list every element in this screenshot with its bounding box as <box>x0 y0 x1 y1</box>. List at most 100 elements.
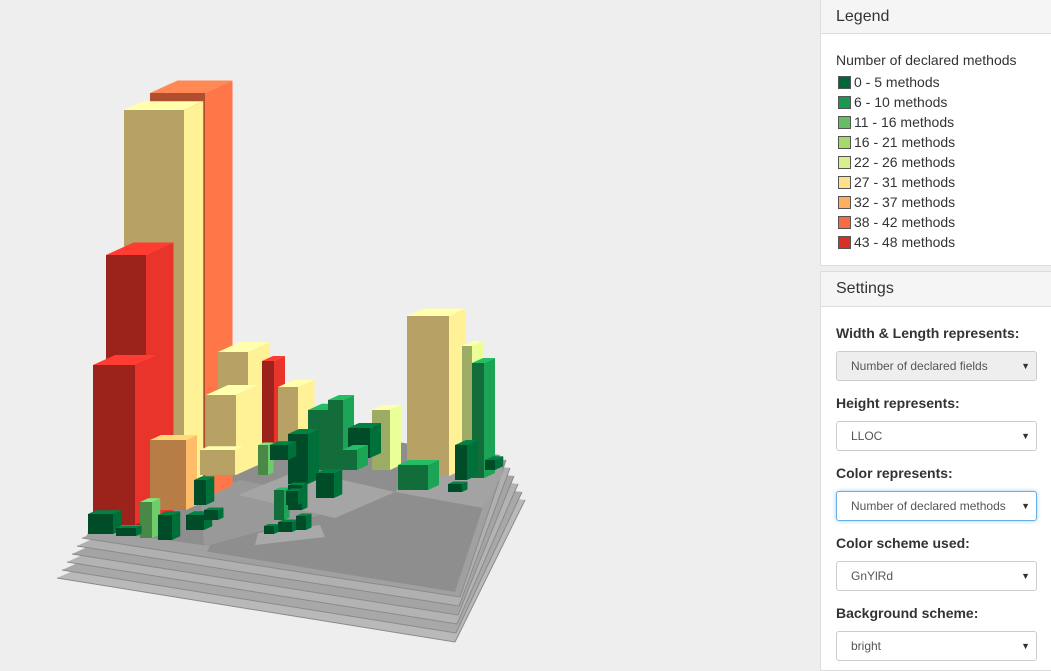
color-scheme-value: GnYlRd <box>851 569 894 583</box>
front-face <box>116 528 136 536</box>
legend-label: 0 - 5 methods <box>854 74 940 90</box>
legend-item: 11 - 16 methods <box>838 112 955 132</box>
width-length-setting: Width & Length represents: Number of dec… <box>836 325 1038 381</box>
legend-item: 22 - 26 methods <box>838 152 955 172</box>
front-face <box>186 515 204 530</box>
legend-label: 22 - 26 methods <box>854 154 956 170</box>
front-face <box>204 510 218 520</box>
height-setting: Height represents: LLOC ▼ <box>836 395 1038 451</box>
color-scheme-select[interactable]: GnYlRd ▼ <box>836 561 1037 591</box>
legend-label: 27 - 31 methods <box>854 174 956 190</box>
chevron-down-icon: ▼ <box>1021 501 1030 511</box>
building[interactable] <box>270 441 297 460</box>
front-face <box>93 365 135 525</box>
building[interactable] <box>278 519 298 533</box>
background-label: Background scheme: <box>836 605 979 621</box>
legend-swatch <box>838 175 851 189</box>
legend-item: 43 - 48 methods <box>838 232 955 252</box>
color-setting: Color represents: Number of declared met… <box>836 465 1038 521</box>
side-face <box>334 469 343 498</box>
building[interactable] <box>296 513 312 531</box>
code-city-3d-scene[interactable] <box>0 0 820 658</box>
chevron-down-icon: ▼ <box>1021 431 1030 441</box>
building[interactable] <box>140 498 161 538</box>
color-scheme-setting: Color scheme used: GnYlRd ▼ <box>836 535 1038 591</box>
building[interactable] <box>342 445 368 470</box>
building[interactable] <box>200 446 244 475</box>
side-face <box>390 405 401 470</box>
side-face <box>172 511 181 540</box>
front-face <box>194 480 206 505</box>
building[interactable] <box>204 507 224 521</box>
legend-item: 27 - 31 methods <box>838 172 955 192</box>
building[interactable] <box>194 476 215 505</box>
height-value: LLOC <box>851 429 883 443</box>
side-face <box>428 460 439 490</box>
front-face <box>316 473 334 498</box>
width-length-label: Width & Length represents: <box>836 325 1020 341</box>
building[interactable] <box>398 460 439 490</box>
settings-panel: Settings Width & Length represents: Numb… <box>820 271 1051 671</box>
front-face <box>296 516 306 530</box>
building[interactable] <box>116 525 142 537</box>
sidebar: Legend Number of declared methods 0 - 5 … <box>820 0 1051 671</box>
legend-label: 38 - 42 methods <box>854 214 956 230</box>
front-face <box>407 316 449 476</box>
class-buildings[interactable] <box>88 80 504 541</box>
front-face <box>270 445 288 460</box>
legend-swatch <box>838 195 851 209</box>
building[interactable] <box>158 511 181 540</box>
side-face <box>467 440 478 480</box>
legend-swatch <box>838 215 851 229</box>
building[interactable] <box>455 440 478 480</box>
side-face <box>184 101 204 485</box>
chevron-down-icon: ▼ <box>1021 641 1030 651</box>
building[interactable] <box>316 469 343 498</box>
background-value: bright <box>851 639 882 653</box>
legend-item: 16 - 21 methods <box>838 132 955 152</box>
building[interactable] <box>286 488 304 506</box>
legend-swatch <box>838 135 851 149</box>
width-length-select[interactable]: Number of declared fields ▼ <box>836 351 1037 381</box>
building[interactable] <box>264 524 279 534</box>
color-label: Color represents: <box>836 465 953 481</box>
legend-item: 0 - 5 methods <box>838 72 955 92</box>
front-face <box>286 491 298 505</box>
height-label: Height represents: <box>836 395 960 411</box>
chevron-down-icon: ▼ <box>1021 361 1030 371</box>
color-scheme-label: Color scheme used: <box>836 535 970 551</box>
legend-label: 43 - 48 methods <box>854 234 956 250</box>
side-face <box>235 446 244 475</box>
width-length-value: Number of declared fields <box>851 359 988 373</box>
legend-panel: Legend Number of declared methods 0 - 5 … <box>820 0 1051 266</box>
side-face <box>370 423 381 458</box>
legend-item: 32 - 37 methods <box>838 192 955 212</box>
legend-label: 16 - 21 methods <box>854 134 956 150</box>
legend-label: 11 - 16 methods <box>854 114 955 130</box>
legend-swatch <box>838 95 851 109</box>
front-face <box>264 526 274 534</box>
height-select[interactable]: LLOC ▼ <box>836 421 1037 451</box>
building[interactable] <box>448 481 468 493</box>
color-select[interactable]: Number of declared methods ▼ <box>836 491 1037 521</box>
settings-heading: Settings <box>821 272 1051 307</box>
front-face <box>328 400 343 470</box>
front-face <box>274 490 284 520</box>
legend-item: 6 - 10 methods <box>838 92 955 112</box>
front-face <box>398 465 428 490</box>
background-setting: Background scheme: bright ▼ <box>836 605 1038 661</box>
legend-swatch <box>838 75 851 89</box>
front-face <box>455 445 467 480</box>
legend-list: 0 - 5 methods 6 - 10 methods 11 - 16 metho… <box>838 72 955 252</box>
background-select[interactable]: bright ▼ <box>836 631 1037 661</box>
legend-swatch <box>838 235 851 249</box>
front-face <box>258 445 268 475</box>
front-face <box>158 515 172 540</box>
front-face <box>278 522 292 532</box>
legend-item: 38 - 42 methods <box>838 212 955 232</box>
color-value: Number of declared methods <box>851 499 1006 513</box>
legend-label: 6 - 10 methods <box>854 94 948 110</box>
legend-swatch <box>838 155 851 169</box>
front-face <box>262 361 274 456</box>
city-visualization-viewport[interactable] <box>0 0 820 658</box>
